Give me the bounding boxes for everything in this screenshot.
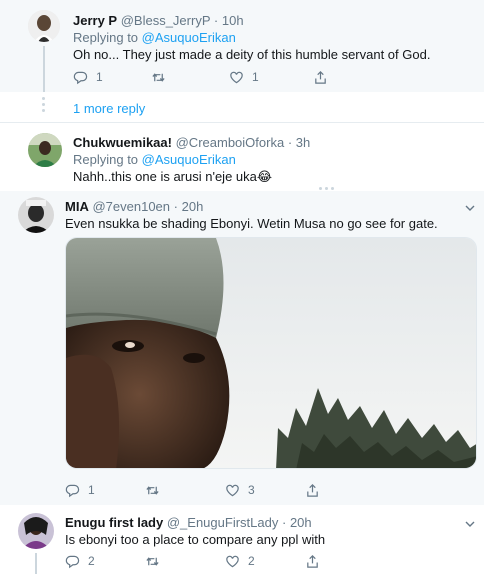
- timestamp[interactable]: 10h: [222, 13, 244, 28]
- reply-icon: [73, 71, 88, 84]
- tweet-jerry[interactable]: Jerry P @Bless_JerryP · 10h Replying to …: [0, 0, 484, 92]
- separator: ·: [281, 515, 287, 530]
- like-icon: [226, 484, 239, 496]
- handle[interactable]: @Bless_JerryP: [121, 13, 211, 28]
- share-button[interactable]: [305, 482, 320, 498]
- tweet-header: Chukwuemikaa! @CreamboiOforka · 3h: [73, 135, 310, 151]
- share-button[interactable]: [313, 69, 328, 85]
- thread-dots: [319, 187, 339, 190]
- tweet-text: Oh no... They just made a deity of this …: [73, 47, 431, 62]
- reply-icon: [65, 555, 80, 568]
- share-icon: [307, 483, 318, 497]
- tweet-actions: 2 2: [65, 553, 345, 569]
- separator: ·: [287, 135, 293, 150]
- tweet-text: Nahh..this one is arusi n'eje uka😂: [73, 169, 273, 184]
- tweet-header: MIA @7even10en · 20h: [65, 199, 203, 215]
- tweet-mia[interactable]: MIA @7even10en · 20h Even nsukka be shad…: [0, 191, 484, 505]
- timestamp[interactable]: 3h: [296, 135, 310, 150]
- replying-to: Replying to @AsuquoErikan: [73, 30, 236, 46]
- photo-image: [66, 238, 476, 468]
- like-button[interactable]: 2: [225, 553, 255, 569]
- retweet-button[interactable]: [151, 69, 174, 85]
- chevron-down-icon: [465, 205, 475, 211]
- reply-count: 1: [88, 483, 95, 497]
- retweet-button[interactable]: [145, 482, 168, 498]
- like-button[interactable]: 3: [225, 482, 255, 498]
- retweet-icon: [146, 556, 159, 566]
- separator: ·: [173, 199, 178, 214]
- tweet-enugu-first-lady[interactable]: Enugu first lady @_EnuguFirstLady · 20h …: [0, 505, 484, 574]
- like-count: 1: [252, 70, 259, 84]
- tweet-chukwuemikaa[interactable]: Chukwuemikaa! @CreamboiOforka · 3h Reply…: [0, 123, 484, 191]
- tweet-header: Jerry P @Bless_JerryP · 10h: [73, 13, 244, 29]
- replying-to-label: Replying to: [73, 30, 139, 45]
- tweet-text: Is ebonyi too a place to compare any ppl…: [65, 532, 326, 547]
- replying-to: Replying to @AsuquoErikan: [73, 152, 236, 168]
- chevron-down-icon: [465, 521, 475, 527]
- replying-to-label: Replying to: [73, 152, 139, 167]
- handle[interactable]: @_EnuguFirstLady: [167, 515, 278, 530]
- separator: ·: [213, 13, 219, 28]
- display-name[interactable]: Jerry P: [73, 13, 117, 28]
- like-button[interactable]: 1: [229, 69, 259, 85]
- like-icon: [230, 71, 243, 83]
- avatar[interactable]: [28, 133, 62, 167]
- replying-to-handle[interactable]: @AsuquoErikan: [142, 152, 236, 167]
- handle[interactable]: @CreamboiOforka: [176, 135, 285, 150]
- replying-to-handle[interactable]: @AsuquoErikan: [142, 30, 236, 45]
- timestamp[interactable]: 20h: [290, 515, 312, 530]
- avatar[interactable]: [28, 10, 60, 42]
- more-options-button[interactable]: [464, 202, 476, 214]
- more-replies-dots: [42, 97, 45, 115]
- tweet-actions: 1 1: [73, 69, 333, 85]
- like-count: 3: [248, 483, 255, 497]
- reply-icon: [65, 484, 80, 497]
- display-name[interactable]: Chukwuemikaa!: [73, 135, 172, 150]
- retweet-icon: [152, 72, 165, 82]
- tweet-text: Even nsukka be shading Ebonyi. Wetin Mus…: [65, 216, 438, 231]
- thread-line: [35, 553, 37, 574]
- avatar[interactable]: [18, 513, 54, 549]
- share-button[interactable]: [305, 553, 320, 569]
- like-icon: [226, 555, 239, 567]
- reply-count: 1: [96, 70, 103, 84]
- reply-count: 2: [88, 554, 95, 568]
- timestamp[interactable]: 20h: [182, 199, 204, 214]
- thread-line: [43, 46, 45, 92]
- share-icon: [315, 70, 326, 84]
- reply-button[interactable]: 2: [65, 553, 95, 569]
- avatar[interactable]: [18, 197, 54, 233]
- tweet-photo[interactable]: [65, 237, 477, 469]
- retweet-icon: [146, 485, 159, 495]
- like-count: 2: [248, 554, 255, 568]
- retweet-button[interactable]: [145, 553, 168, 569]
- more-options-button[interactable]: [464, 518, 476, 530]
- display-name[interactable]: MIA: [65, 199, 89, 214]
- reply-button[interactable]: 1: [73, 69, 103, 85]
- share-icon: [307, 554, 318, 568]
- tweet-header: Enugu first lady @_EnuguFirstLady · 20h: [65, 515, 312, 531]
- handle[interactable]: @7even10en: [92, 199, 170, 214]
- display-name[interactable]: Enugu first lady: [65, 515, 163, 530]
- tweet-actions: 1 3: [65, 482, 345, 498]
- reply-button[interactable]: 1: [65, 482, 95, 498]
- more-replies-link[interactable]: 1 more reply: [73, 101, 145, 117]
